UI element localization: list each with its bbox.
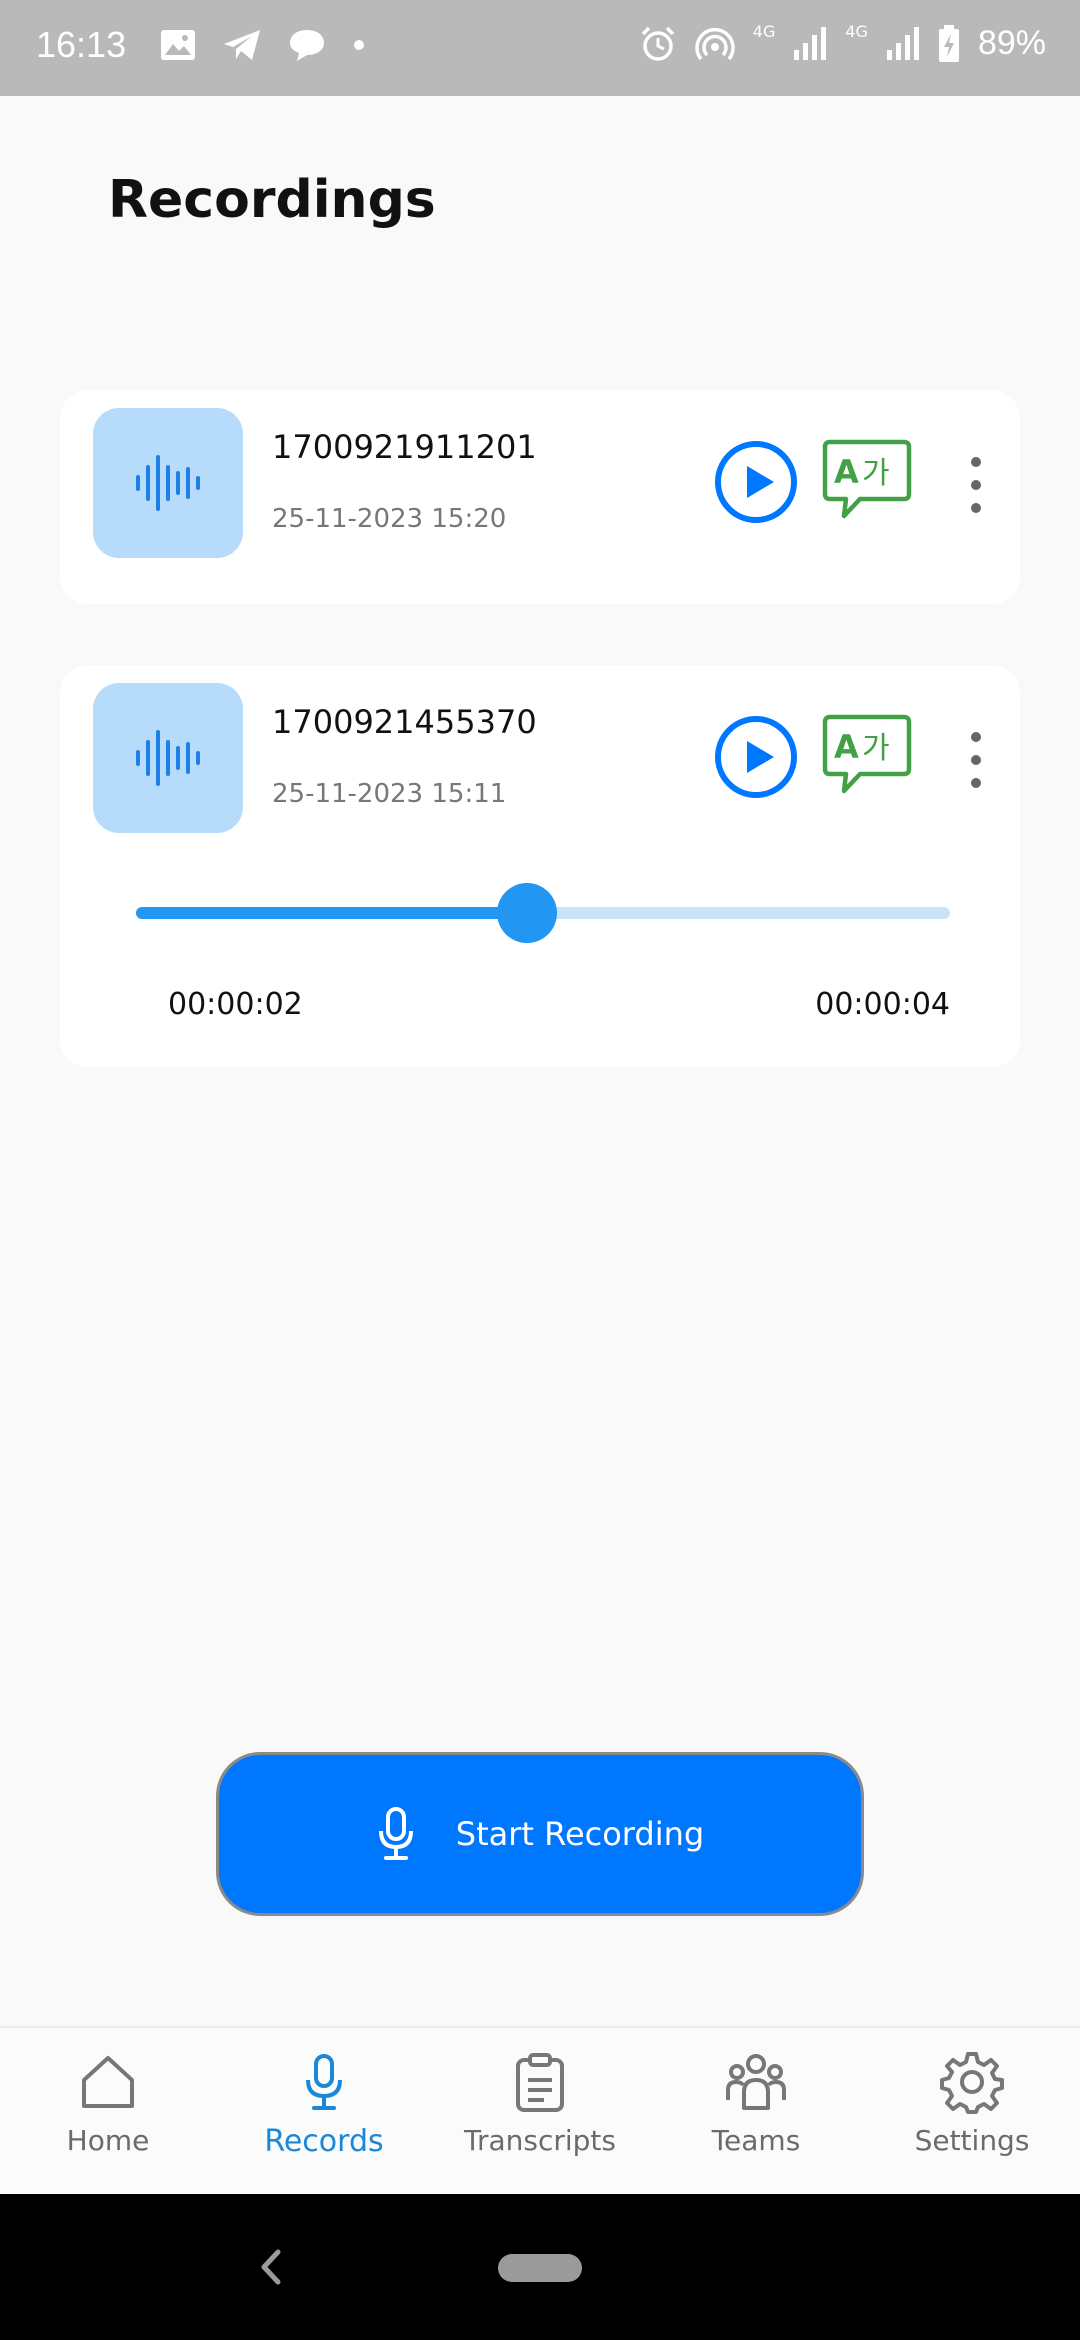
svg-text:A: A: [834, 453, 859, 491]
waveform-thumbnail: [93, 683, 243, 833]
network-type-2: 4G: [845, 21, 868, 41]
slider-progress: [136, 907, 527, 919]
signal-icon-2: [886, 26, 919, 60]
nav-label: Settings: [914, 2124, 1030, 2157]
nav-label: Records: [264, 2124, 384, 2159]
translate-button[interactable]: A 가: [822, 438, 912, 524]
waveform-thumbnail: [93, 408, 243, 558]
signal-icon-1: [794, 26, 827, 60]
recording-card[interactable]: 1700921911201 25-11-2023 15:20 A 가: [60, 390, 1020, 604]
notification-icons: [160, 28, 366, 62]
dot-icon: [354, 40, 364, 50]
svg-text:가: 가: [862, 456, 890, 491]
nav-teams[interactable]: Teams: [648, 2050, 864, 2190]
hotspot-icon: [695, 27, 735, 60]
slider-thumb[interactable]: [496, 883, 557, 943]
svg-text:A: A: [834, 728, 859, 766]
waveform-icon: [136, 730, 200, 786]
current-time: 00:00:02: [168, 987, 303, 1022]
nav-home[interactable]: Home: [0, 2050, 216, 2190]
status-right: 4G 4G 89%: [639, 21, 1046, 63]
more-options-button[interactable]: [962, 729, 990, 791]
back-icon[interactable]: [258, 2244, 284, 2290]
recording-date: 25-11-2023 15:11: [272, 779, 507, 809]
start-recording-label: Start Recording: [455, 1815, 705, 1853]
total-time: 00:00:04: [815, 987, 950, 1022]
start-recording-button[interactable]: Start Recording: [216, 1752, 864, 1916]
nav-label: Teams: [711, 2124, 801, 2157]
play-button[interactable]: [714, 715, 798, 799]
nav-label: Transcripts: [463, 2124, 617, 2157]
recording-date: 25-11-2023 15:20: [272, 504, 507, 534]
gallery-icon: [161, 30, 195, 60]
play-button[interactable]: [714, 440, 798, 524]
bottom-navigation: Home Records Transcripts Teams Settings: [0, 2026, 1080, 2196]
nav-transcripts[interactable]: Transcripts: [432, 2050, 648, 2190]
nav-label: Home: [66, 2124, 150, 2157]
svg-text:가: 가: [862, 731, 890, 766]
status-bar: 16:13 4G 4G 89%: [0, 0, 1080, 96]
nav-settings[interactable]: Settings: [864, 2050, 1080, 2190]
nav-records[interactable]: Records: [216, 2050, 432, 2190]
battery-level: 89%: [977, 24, 1046, 62]
recording-name: 1700921455370: [272, 703, 537, 741]
microphone-icon: [378, 1807, 413, 1860]
playback-slider[interactable]: [136, 883, 950, 943]
alarm-icon: [641, 26, 675, 61]
telegram-icon: [224, 30, 260, 60]
microphone-icon: [306, 2054, 342, 2110]
chat-bubble-icon: [290, 30, 324, 61]
battery-charging-icon: [938, 24, 959, 62]
system-navigation-bar: [0, 2194, 1080, 2340]
network-type-1: 4G: [752, 21, 776, 41]
status-time: 16:13: [36, 24, 127, 65]
more-options-button[interactable]: [962, 454, 990, 516]
recording-name: 1700921911201: [272, 428, 537, 466]
home-pill[interactable]: [498, 2254, 582, 2282]
people-icon: [726, 2054, 786, 2110]
translate-button[interactable]: A 가: [822, 713, 912, 799]
home-icon: [82, 2056, 134, 2108]
page-title: Recordings: [108, 170, 436, 230]
gear-icon: [940, 2052, 1004, 2114]
clipboard-icon: [516, 2053, 564, 2112]
waveform-icon: [136, 455, 200, 511]
recording-card[interactable]: 1700921455370 25-11-2023 15:11 A 가 00:00…: [60, 665, 1020, 1067]
